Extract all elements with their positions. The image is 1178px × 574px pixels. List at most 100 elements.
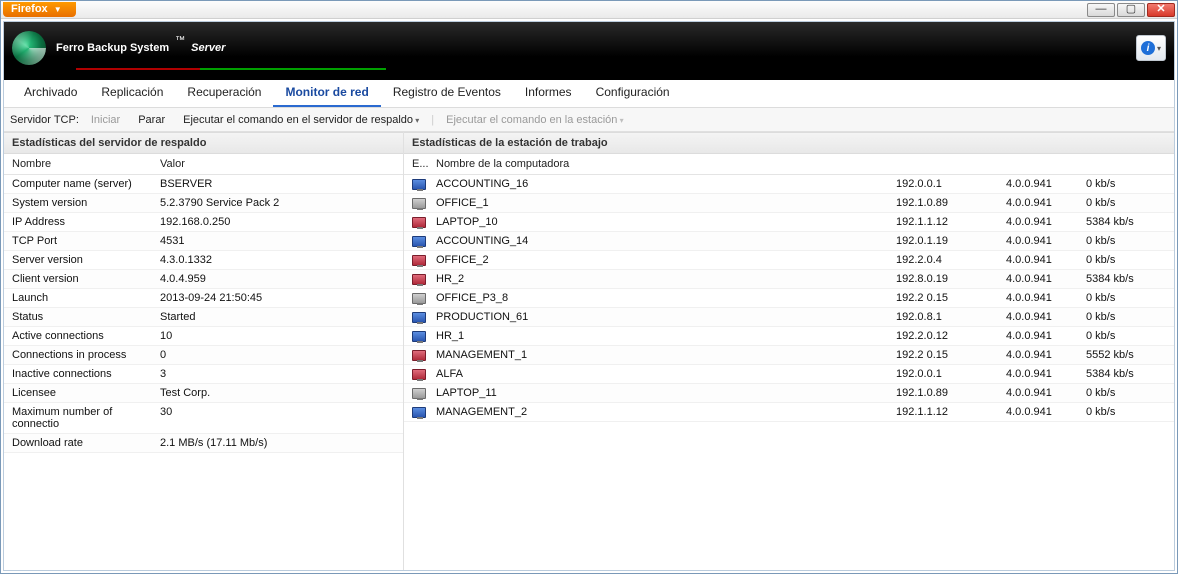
server-stats-title: Estadísticas del servidor de respaldo [4, 132, 403, 154]
workstation-row[interactable]: MANAGEMENT_2192.1.1.124.0.0.9410 kb/s [404, 403, 1174, 422]
workstation-row[interactable]: PRODUCTION_61192.0.8.14.0.0.9410 kb/s [404, 308, 1174, 327]
col-header-rate[interactable] [1086, 158, 1166, 170]
stat-value: Test Corp. [160, 387, 395, 399]
download-rate: 0 kb/s [1086, 330, 1166, 342]
col-header-version[interactable] [1006, 158, 1086, 170]
workstation-row[interactable]: HR_1192.2.0.124.0.0.9410 kb/s [404, 327, 1174, 346]
status-icon-cell [412, 406, 436, 418]
ip-address: 192.1.0.89 [896, 197, 1006, 209]
server-stat-row[interactable]: System version5.2.3790 Service Pack 2 [4, 194, 403, 213]
server-stat-row[interactable]: Maximum number of connectio30 [4, 403, 403, 434]
monitor-icon [412, 350, 426, 361]
tab-configuración[interactable]: Configuración [584, 79, 682, 107]
firefox-label: Firefox [11, 3, 48, 15]
server-stat-row[interactable]: TCP Port4531 [4, 232, 403, 251]
tab-replicación[interactable]: Replicación [89, 79, 175, 107]
workstation-row[interactable]: ALFA192.0.0.14.0.0.9415384 kb/s [404, 365, 1174, 384]
client-version: 4.0.0.941 [1006, 387, 1086, 399]
info-button[interactable]: i ▾ [1136, 35, 1166, 61]
tab-recuperación[interactable]: Recuperación [175, 79, 273, 107]
window-close-button[interactable]: ✕ [1147, 3, 1175, 17]
server-stat-row[interactable]: Inactive connections3 [4, 365, 403, 384]
workstation-row[interactable]: OFFICE_1192.1.0.894.0.0.9410 kb/s [404, 194, 1174, 213]
status-icon-cell [412, 178, 436, 190]
monitor-icon [412, 388, 426, 399]
client-version: 4.0.0.941 [1006, 292, 1086, 304]
status-icon-cell [412, 368, 436, 380]
client-version: 4.0.0.941 [1006, 197, 1086, 209]
monitor-icon [412, 331, 426, 342]
stat-value: 4531 [160, 235, 395, 247]
status-icon-cell [412, 235, 436, 247]
server-stat-row[interactable]: StatusStarted [4, 308, 403, 327]
monitor-icon [412, 312, 426, 323]
workstation-row[interactable]: OFFICE_2192.2.0.44.0.0.9410 kb/s [404, 251, 1174, 270]
stat-value: 2013-09-24 21:50:45 [160, 292, 395, 304]
server-stat-row[interactable]: Download rate2.1 MB/s (17.11 Mb/s) [4, 434, 403, 453]
workstation-stats-title: Estadísticas de la estación de trabajo [404, 132, 1174, 154]
trademark-icon: ™ [175, 35, 185, 46]
status-icon-cell [412, 216, 436, 228]
col-header-ip[interactable] [896, 158, 1006, 170]
download-rate: 0 kb/s [1086, 197, 1166, 209]
workstation-row[interactable]: HR_2192.8.0.194.0.0.9415384 kb/s [404, 270, 1174, 289]
download-rate: 0 kb/s [1086, 178, 1166, 190]
window-minimize-button[interactable]: — [1087, 3, 1115, 17]
tab-archivado[interactable]: Archivado [12, 79, 89, 107]
workstation-row[interactable]: ACCOUNTING_16192.0.0.14.0.0.9410 kb/s [404, 175, 1174, 194]
stat-name: System version [12, 197, 160, 209]
status-icon-cell [412, 273, 436, 285]
workstation-stats-grid[interactable]: ACCOUNTING_16192.0.0.14.0.0.9410 kb/sOFF… [404, 175, 1174, 570]
monitor-icon [412, 217, 426, 228]
tab-registro-de-eventos[interactable]: Registro de Eventos [381, 79, 513, 107]
server-stat-row[interactable]: LicenseeTest Corp. [4, 384, 403, 403]
stat-value: 4.3.0.1332 [160, 254, 395, 266]
tcp-stop-button[interactable]: Parar [132, 112, 171, 128]
server-stat-row[interactable]: Computer name (server)BSERVER [4, 175, 403, 194]
workstation-row[interactable]: LAPTOP_10192.1.1.124.0.0.9415384 kb/s [404, 213, 1174, 232]
computer-name: ALFA [436, 368, 896, 380]
monitor-icon [412, 236, 426, 247]
server-stat-row[interactable]: Server version4.3.0.1332 [4, 251, 403, 270]
run-server-command-button[interactable]: Ejecutar el comando en el servidor de re… [177, 112, 425, 128]
run-station-command-button[interactable]: Ejecutar el comando en la estación [440, 112, 629, 128]
os-titlebar: Firefox ▼ — ▢ ✕ [1, 1, 1177, 19]
workstation-row[interactable]: ACCOUNTING_14192.0.1.194.0.0.9410 kb/s [404, 232, 1174, 251]
main-tabbar: ArchivadoReplicaciónRecuperaciónMonitor … [4, 80, 1174, 108]
workstation-row[interactable]: LAPTOP_11192.1.0.894.0.0.9410 kb/s [404, 384, 1174, 403]
tab-informes[interactable]: Informes [513, 79, 584, 107]
stat-value: 2.1 MB/s (17.11 Mb/s) [160, 437, 395, 449]
workstation-row[interactable]: MANAGEMENT_1192.2 0.154.0.0.9415552 kb/s [404, 346, 1174, 365]
workstation-row[interactable]: OFFICE_P3_8192.2 0.154.0.0.9410 kb/s [404, 289, 1174, 308]
app-header: Ferro Backup System™ Server i ▾ [4, 22, 1174, 80]
tab-monitor-de-red[interactable]: Monitor de red [273, 79, 380, 107]
server-stat-row[interactable]: IP Address192.168.0.250 [4, 213, 403, 232]
server-stat-row[interactable]: Connections in process0 [4, 346, 403, 365]
close-icon: ✕ [1156, 4, 1165, 15]
stat-name: Maximum number of connectio [12, 406, 160, 430]
status-icon-cell [412, 197, 436, 209]
computer-name: MANAGEMENT_1 [436, 349, 896, 361]
col-header-value[interactable]: Valor [160, 158, 395, 170]
client-version: 4.0.0.941 [1006, 254, 1086, 266]
col-header-status[interactable]: E... [412, 158, 436, 170]
tcp-start-button[interactable]: Iniciar [85, 112, 126, 128]
server-stat-row[interactable]: Launch2013-09-24 21:50:45 [4, 289, 403, 308]
stat-name: Download rate [12, 437, 160, 449]
col-header-name[interactable]: Nombre [12, 158, 160, 170]
monitor-icon [412, 198, 426, 209]
download-rate: 0 kb/s [1086, 292, 1166, 304]
firefox-menu-button[interactable]: Firefox ▼ [3, 2, 76, 17]
col-header-computer[interactable]: Nombre de la computadora [436, 158, 896, 170]
client-version: 4.0.0.941 [1006, 368, 1086, 380]
tcp-server-label: Servidor TCP: [10, 114, 79, 126]
server-stat-row[interactable]: Active connections10 [4, 327, 403, 346]
client-version: 4.0.0.941 [1006, 273, 1086, 285]
window-maximize-button[interactable]: ▢ [1117, 3, 1145, 17]
app-title: Ferro Backup System™ Server [56, 42, 225, 54]
download-rate: 5384 kb/s [1086, 216, 1166, 228]
stat-value: 10 [160, 330, 395, 342]
header-underline [76, 68, 386, 70]
server-stats-grid[interactable]: Computer name (server)BSERVERSystem vers… [4, 175, 403, 570]
server-stat-row[interactable]: Client version4.0.4.959 [4, 270, 403, 289]
